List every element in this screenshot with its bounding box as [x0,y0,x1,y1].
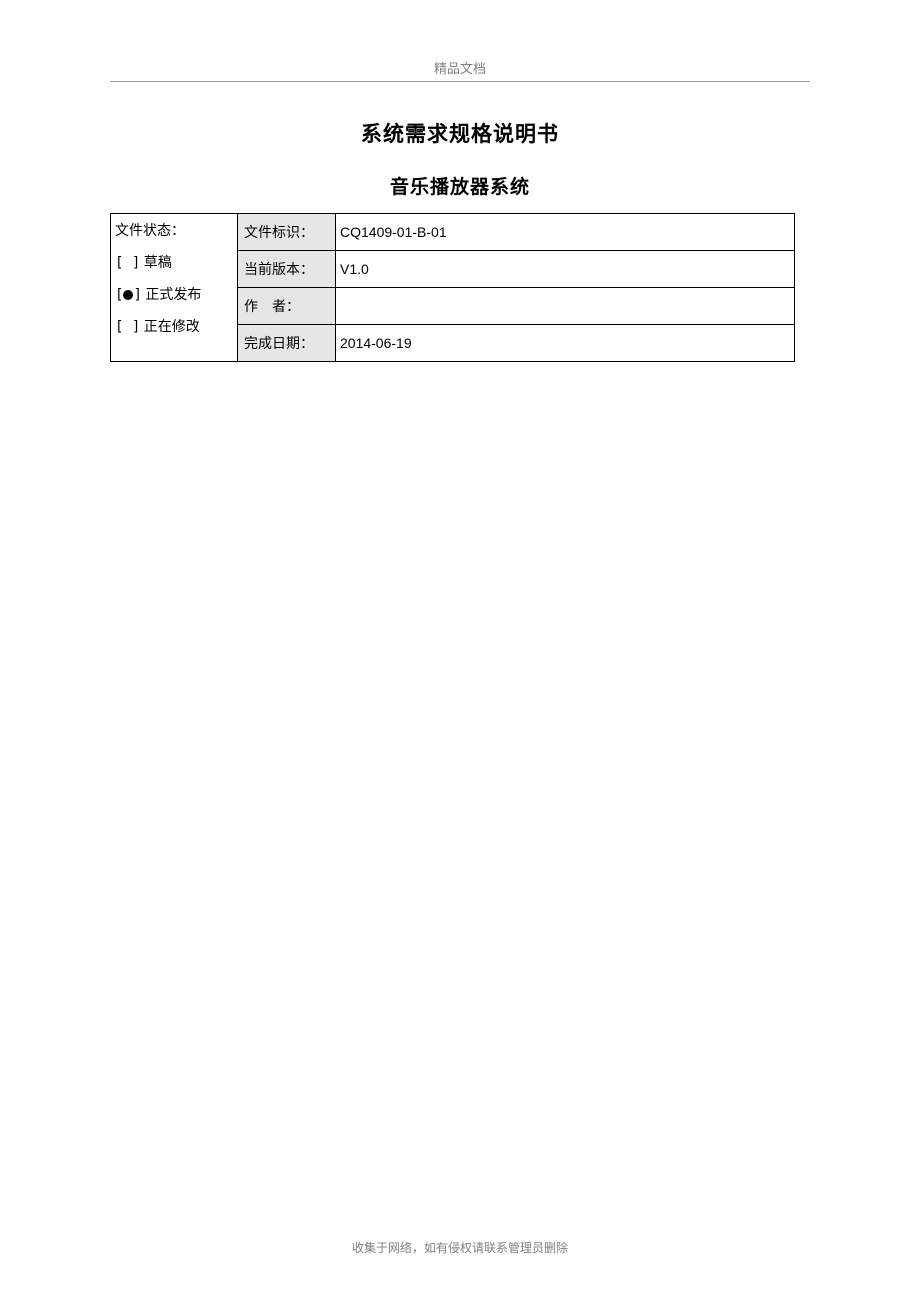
field-label-version: 当前版本： [238,251,336,288]
status-option-published: [] 正式发布 [115,284,233,304]
status-marker: [ ] [115,255,140,271]
status-marker: [] [115,287,142,303]
footer-text: 收集于网络，如有侵权请联系管理员删除 [352,1241,568,1255]
status-option-draft: [ ] 草稿 [115,252,233,272]
field-value-identifier: CQ1409-01-B-01 [336,214,795,251]
field-label-date: 完成日期： [238,325,336,362]
document-content: 系统需求规格说明书 音乐播放器系统 文件状态： [ ] 草稿 [] 正式发布 [… [110,118,810,362]
status-label: 正在修改 [144,320,200,335]
document-info-table: 文件状态： [ ] 草稿 [] 正式发布 [ ] 正在修改 文件标识： CQ14… [110,213,795,362]
field-value-author [336,288,795,325]
status-marker: [ ] [115,319,140,335]
status-cell: 文件状态： [ ] 草稿 [] 正式发布 [ ] 正在修改 [111,214,238,362]
page-footer: 收集于网络，如有侵权请联系管理员删除 [0,1239,920,1256]
status-option-editing: [ ] 正在修改 [115,316,233,336]
field-label-identifier: 文件标识： [238,214,336,251]
filled-dot-icon [123,290,133,300]
status-label: 正式发布 [145,288,201,303]
field-value-date: 2014-06-19 [336,325,795,362]
status-heading: 文件状态： [115,220,233,240]
field-label-author: 作 者： [238,288,336,325]
header-text: 精品文档 [434,61,486,76]
document-subtitle: 音乐播放器系统 [110,172,810,199]
document-title: 系统需求规格说明书 [110,118,810,148]
field-value-version: V1.0 [336,251,795,288]
page-header: 精品文档 [110,0,810,82]
status-label: 草稿 [144,256,172,271]
